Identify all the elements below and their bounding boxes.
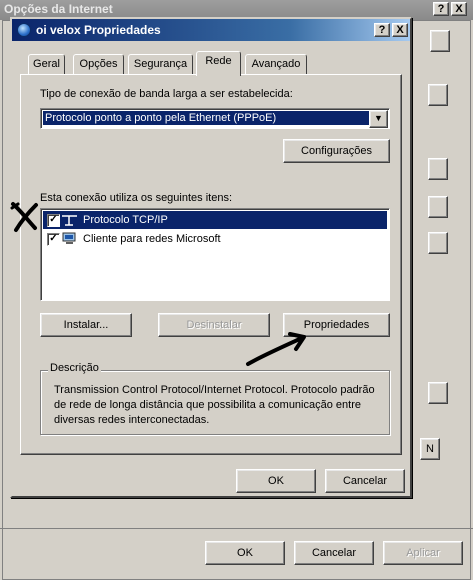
background-partial-button[interactable]: N — [420, 438, 440, 460]
connection-type-label: Tipo de conexão de banda larga a ser est… — [40, 88, 293, 100]
checkbox-microsoft-client[interactable]: ✓ — [47, 233, 60, 246]
list-item[interactable]: ✓ Protocolo TCP/IP — [43, 211, 387, 229]
components-label: Esta conexão utiliza os seguintes itens: — [40, 192, 233, 204]
ok-button[interactable]: OK — [236, 469, 316, 493]
arrow-icon — [246, 332, 306, 366]
background-close-button[interactable]: X — [451, 2, 467, 16]
background-apply-button[interactable]: Aplicar — [383, 541, 463, 565]
checkbox-tcpip[interactable]: ✓ — [47, 214, 60, 227]
background-ok-button[interactable]: OK — [205, 541, 285, 565]
background-side-button[interactable] — [428, 382, 448, 404]
background-side-button[interactable] — [428, 232, 448, 254]
background-divider — [0, 528, 473, 529]
description-text: Transmission Control Protocol/Internet P… — [54, 384, 375, 426]
microsoft-client-label: Cliente para redes Microsoft — [83, 233, 221, 245]
install-button[interactable]: Instalar... — [40, 313, 132, 337]
network-protocol-icon — [62, 215, 77, 226]
dropdown-arrow-icon[interactable]: ▼ — [369, 110, 388, 128]
background-help-button[interactable]: ? — [433, 2, 449, 16]
cancel-button[interactable]: Cancelar — [325, 469, 405, 493]
tab-avancado[interactable]: Avançado — [245, 54, 307, 75]
configurations-button[interactable]: Configurações — [283, 139, 390, 163]
tab-seguranca[interactable]: Segurança — [128, 54, 193, 75]
dialog-close-button[interactable]: X — [392, 23, 408, 37]
background-side-button[interactable] — [428, 84, 448, 106]
connection-type-value: Protocolo ponto a ponto pela Ethernet (P… — [43, 111, 369, 125]
background-side-button[interactable] — [428, 196, 448, 218]
globe-icon — [17, 23, 31, 37]
description-legend: Descrição — [48, 362, 101, 374]
background-side-button[interactable] — [428, 158, 448, 180]
tcpip-label: Protocolo TCP/IP — [83, 214, 168, 226]
background-cancel-button[interactable]: Cancelar — [294, 541, 374, 565]
connection-type-select[interactable]: Protocolo ponto a ponto pela Ethernet (P… — [40, 108, 390, 129]
tab-opcoes[interactable]: Opções — [73, 54, 124, 75]
dialog-title: oi velox Propriedades — [12, 19, 410, 41]
dialog-help-button[interactable]: ? — [374, 23, 390, 37]
network-client-icon — [62, 232, 76, 244]
tab-rede[interactable]: Rede — [196, 51, 241, 76]
x-mark-icon — [10, 202, 38, 232]
list-item[interactable]: ✓ Cliente para redes Microsoft — [43, 230, 387, 248]
background-side-button[interactable] — [430, 30, 450, 52]
tab-geral[interactable]: Geral — [28, 54, 65, 75]
components-list[interactable]: ✓ Protocolo TCP/IP ✓ Cliente para redes … — [40, 208, 390, 301]
